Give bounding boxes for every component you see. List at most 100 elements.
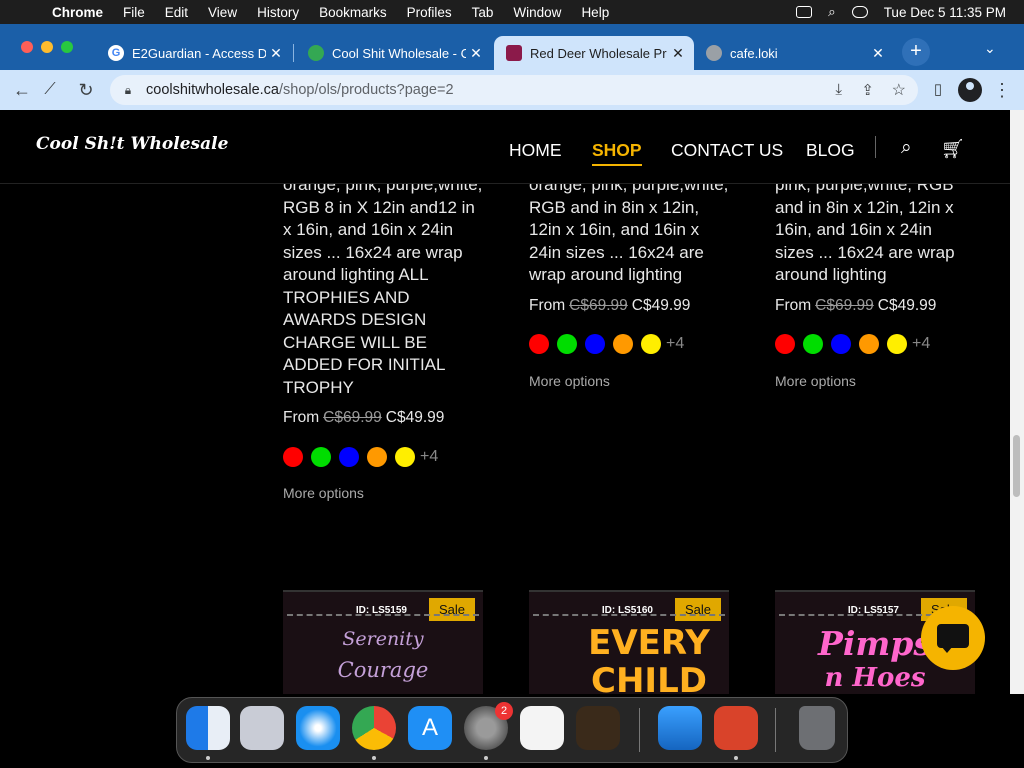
dock-separator [775, 708, 776, 752]
color-swatches: +4 [283, 446, 483, 469]
artwork-text: Courage [337, 658, 429, 682]
color-swatch[interactable] [831, 334, 851, 355]
scrollbar-thumb[interactable] [1013, 435, 1020, 497]
color-swatch[interactable] [803, 334, 823, 355]
more-colors-count[interactable]: +4 [420, 446, 438, 469]
app-store-icon[interactable]: A [408, 706, 452, 750]
color-swatch[interactable] [859, 334, 879, 355]
extension-rainbow-icon[interactable]: ⟋ [38, 78, 62, 102]
site-logo[interactable]: Cool Sh!t Wholesale [36, 134, 228, 154]
new-tab-button[interactable]: + [902, 38, 930, 66]
color-swatch[interactable] [367, 446, 387, 467]
menu-help[interactable]: Help [581, 5, 609, 20]
color-swatch[interactable] [339, 446, 359, 467]
product-thumbnail-ls5159[interactable]: ID: LS5159 Sale Serenity Courage [283, 590, 483, 694]
side-panel-icon[interactable]: ▯ [926, 78, 950, 102]
color-swatch[interactable] [585, 334, 605, 355]
product-description[interactable]: orange, pink, purple,white, RGB 8 in X 1… [283, 174, 483, 399]
weather-icon[interactable] [658, 706, 702, 750]
menu-view[interactable]: View [208, 5, 237, 20]
nav-contact-us[interactable]: CONTACT US [671, 140, 783, 161]
reload-icon[interactable]: ↻ [74, 78, 98, 102]
product-description[interactable]: pink, purple,white, RGB and in 8in x 12i… [775, 174, 975, 287]
menu-app-name[interactable]: Chrome [52, 5, 103, 20]
more-options-link[interactable]: More options [775, 370, 975, 393]
screen-mirroring-icon[interactable] [796, 6, 813, 18]
color-swatches: +4 [775, 333, 975, 356]
menu-history[interactable]: History [257, 5, 299, 20]
finder-icon[interactable] [186, 706, 230, 750]
nav-home[interactable]: HOME [509, 140, 562, 161]
trash-icon[interactable] [799, 706, 835, 750]
more-colors-count[interactable]: +4 [912, 333, 930, 356]
menu-profiles[interactable]: Profiles [407, 5, 452, 20]
textedit-icon[interactable] [520, 706, 564, 750]
back-arrow-icon[interactable]: ← [10, 78, 34, 102]
spotlight-search-icon[interactable]: ⌕ [828, 4, 836, 20]
address-url[interactable]: coolshitwholesale.ca/shop/ols/products?p… [146, 82, 454, 98]
chrome-menu-icon[interactable]: ⋮ [990, 78, 1014, 102]
profile-avatar[interactable] [958, 78, 982, 102]
install-app-icon[interactable]: ⤓ [835, 81, 842, 98]
product-card-3: pink, purple,white, RGB and in 8in x 12i… [775, 174, 975, 392]
close-tab-icon[interactable]: ✕ [868, 45, 888, 62]
zoom-window-icon[interactable] [61, 41, 73, 53]
browser-tab-reddeer[interactable]: Red Deer Wholesale Pr ✕ [494, 36, 694, 70]
address-bar[interactable]: 🔒︎ coolshitwholesale.ca/shop/ols/product… [110, 75, 918, 105]
sale-price: C$49.99 [385, 409, 445, 426]
browser-tab-cafeloki[interactable]: cafe.loki ✕ [694, 36, 894, 70]
menu-edit[interactable]: Edit [165, 5, 188, 20]
browser-tab-e2guardian[interactable]: G E2Guardian - Access D ✕ [96, 36, 292, 70]
chrome-icon[interactable] [352, 706, 396, 750]
menu-window[interactable]: Window [513, 5, 561, 20]
minimize-window-icon[interactable] [41, 41, 53, 53]
color-swatch[interactable] [557, 334, 577, 355]
page-scrollbar[interactable] [1010, 110, 1024, 694]
chat-widget-button[interactable] [921, 606, 985, 670]
product-artwork: EVERY CHILD [533, 614, 725, 694]
menu-bookmarks[interactable]: Bookmarks [319, 5, 387, 20]
color-swatch[interactable] [613, 334, 633, 355]
browser-tab-coolshit[interactable]: Cool Shit Wholesale - C ✕ [296, 36, 492, 70]
more-options-link[interactable]: More options [283, 482, 483, 505]
menu-tab[interactable]: Tab [472, 5, 494, 20]
more-options-link[interactable]: More options [529, 370, 729, 393]
garageband-icon[interactable] [576, 706, 620, 750]
more-colors-count[interactable]: +4 [666, 333, 684, 356]
menu-file[interactable]: File [123, 5, 145, 20]
close-tab-icon[interactable]: ✕ [668, 45, 688, 62]
control-center-icon[interactable] [851, 6, 868, 18]
price-prefix: From [283, 409, 320, 426]
nav-shop[interactable]: SHOP [592, 140, 642, 166]
remote-desktop-icon[interactable] [714, 706, 758, 750]
old-price: C$69.99 [569, 296, 628, 314]
chat-bubble-icon [937, 624, 969, 648]
cart-icon[interactable]: 🛒︎ [941, 137, 965, 161]
launchpad-icon[interactable] [240, 706, 284, 750]
share-icon[interactable]: ⇪ [861, 81, 874, 99]
color-swatch[interactable] [283, 446, 303, 467]
menubar-clock[interactable]: Tue Dec 5 11:35 PM [884, 5, 1006, 20]
close-window-icon[interactable] [21, 41, 33, 53]
maps-favicon-icon [308, 45, 324, 61]
old-price: C$69.99 [323, 409, 382, 426]
close-tab-icon[interactable]: ✕ [466, 45, 486, 62]
product-description[interactable]: orange, pink, purple,white, RGB and in 8… [529, 174, 729, 287]
search-icon[interactable]: ⌕ [901, 137, 912, 159]
product-thumbnail-ls5160[interactable]: ID: LS5160 Sale EVERY CHILD [529, 590, 729, 694]
running-indicator [734, 756, 738, 760]
color-swatch[interactable] [641, 334, 661, 355]
close-tab-icon[interactable]: ✕ [266, 45, 286, 62]
site-info-lock-icon[interactable]: 🔒︎ [110, 83, 146, 98]
color-swatch[interactable] [395, 446, 415, 467]
color-swatch[interactable] [311, 446, 331, 467]
color-swatch[interactable] [775, 334, 795, 355]
color-swatch[interactable] [887, 334, 907, 355]
nav-blog[interactable]: BLOG [806, 140, 855, 161]
bookmark-star-icon[interactable]: ☆ [892, 80, 906, 100]
tab-title: Red Deer Wholesale Pr [530, 45, 667, 61]
tab-search-chevron-icon[interactable]: ⌄ [984, 40, 996, 57]
mac-menubar: Chrome File Edit View History Bookmarks … [0, 0, 1024, 24]
color-swatch[interactable] [529, 334, 549, 355]
safari-icon[interactable] [296, 706, 340, 750]
